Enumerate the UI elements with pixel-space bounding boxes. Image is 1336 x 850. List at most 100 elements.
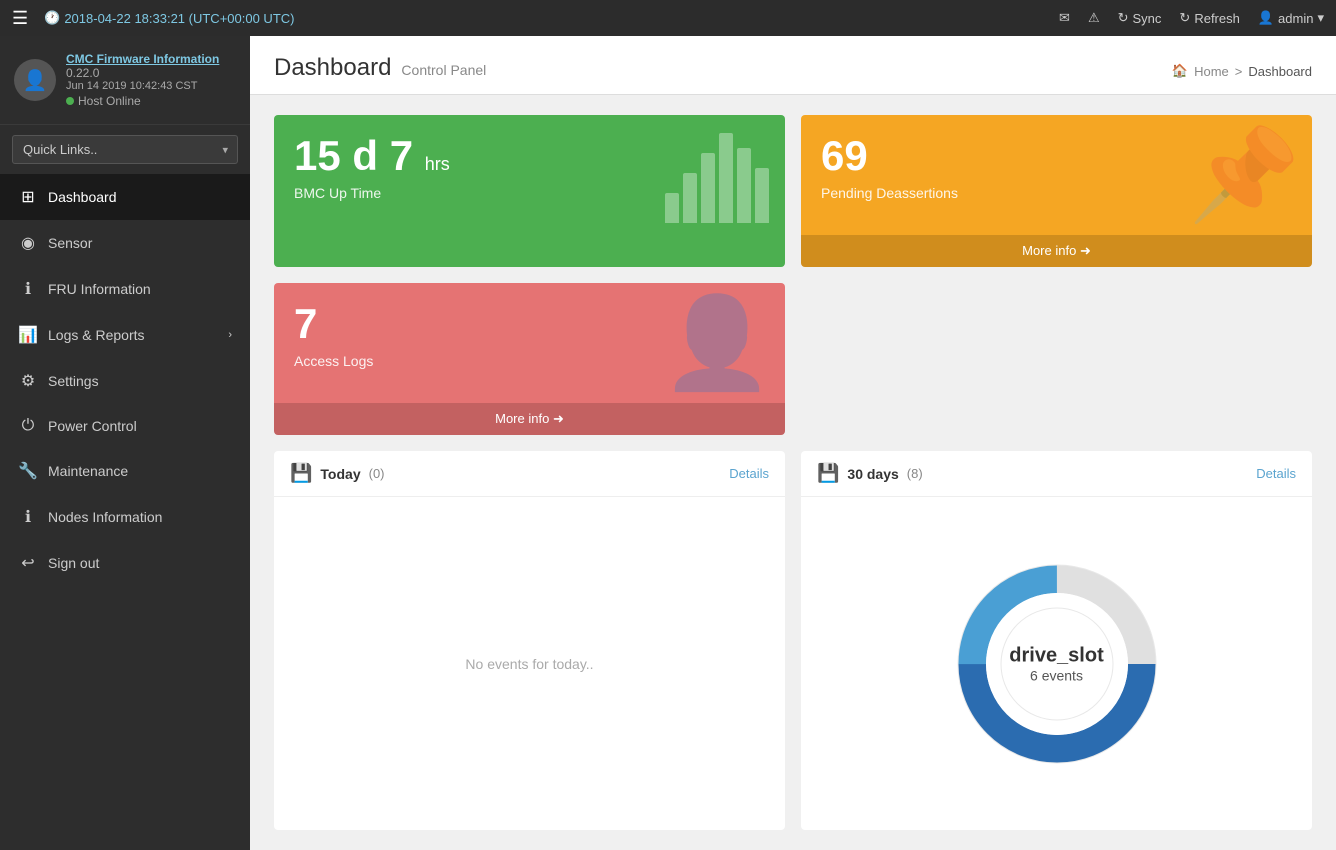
drive-icon: 💾 xyxy=(290,463,312,484)
nav-label-maintenance: Maintenance xyxy=(48,463,128,479)
bar-4 xyxy=(719,133,733,223)
access-logs-more-info[interactable]: More info ➜ xyxy=(274,403,785,435)
panel-today-title: Today xyxy=(320,466,360,482)
cards-top: 15 d 7 hrs BMC Up Time xyxy=(250,95,1336,435)
panel-30days: 💾 30 days (8) Details xyxy=(801,451,1312,830)
home-icon: 🏠 xyxy=(1172,63,1188,79)
bar-3 xyxy=(701,153,715,223)
card-bmc-uptime: 15 d 7 hrs BMC Up Time xyxy=(274,115,785,267)
nav-icon-dashboard: ⊞ xyxy=(18,187,38,207)
donut-center-name: drive_slot xyxy=(1009,644,1103,667)
main-content: Dashboard Control Panel 🏠 Home > Dashboa… xyxy=(250,36,1336,850)
sidebar-item-sensor[interactable]: ◉ Sensor xyxy=(0,220,250,266)
user-icon: 👤 xyxy=(1258,10,1274,26)
nav-icon-sensor: ◉ xyxy=(18,233,38,253)
alert-icon[interactable]: ⚠ xyxy=(1088,10,1100,26)
panel-today: 💾 Today (0) Details No events for today.… xyxy=(274,451,785,830)
panel-30days-details[interactable]: Details xyxy=(1256,466,1296,481)
nav-label-settings: Settings xyxy=(48,373,99,389)
page-title-group: Dashboard Control Panel xyxy=(274,54,486,82)
sidebar-nav: ⊞ Dashboard ◉ Sensor ℹ FRU Information 📊… xyxy=(0,174,250,586)
breadcrumb: 🏠 Home > Dashboard xyxy=(1172,63,1312,79)
sidebar: 👤 CMC Firmware Information 0.22.0 Jun 14… xyxy=(0,36,250,850)
nav-icon-nodes-information: ℹ xyxy=(18,507,38,527)
sidebar-item-sign-out[interactable]: ↩ Sign out xyxy=(0,540,250,586)
sync-button[interactable]: ↻ Sync xyxy=(1118,10,1162,26)
firmware-datetime: Jun 14 2019 10:42:43 CST xyxy=(66,80,219,92)
bar-2 xyxy=(683,173,697,223)
nav-icon-settings: ⚙ xyxy=(18,371,38,391)
nav-label-fru-information: FRU Information xyxy=(48,281,151,297)
no-events-message: No events for today.. xyxy=(465,656,593,672)
bmc-uptime-chart xyxy=(665,133,769,223)
hamburger-menu[interactable]: ☰ xyxy=(12,8,28,29)
nav-label-nodes-information: Nodes Information xyxy=(48,509,162,525)
user-bg-icon: 👤 xyxy=(661,291,773,396)
panel-30days-title-group: 💾 30 days (8) xyxy=(817,463,923,484)
refresh-icon: ↻ xyxy=(1179,10,1190,26)
nav-label-logs-reports: Logs & Reports xyxy=(48,327,145,343)
card-body: 7 Access Logs 👤 xyxy=(274,283,785,403)
bmc-uptime-unit: hrs xyxy=(425,154,450,174)
clock-icon: 🕐 xyxy=(44,10,60,26)
arrow-right-icon: ➜ xyxy=(553,411,564,426)
host-status: Host Online xyxy=(66,94,219,108)
sidebar-item-fru-information[interactable]: ℹ FRU Information xyxy=(0,266,250,312)
nav-icon-fru-information: ℹ xyxy=(18,279,38,299)
sidebar-item-logs-reports[interactable]: 📊 Logs & Reports › xyxy=(0,312,250,358)
panel-30days-count: (8) xyxy=(907,466,923,481)
host-status-dot xyxy=(66,97,74,105)
page-header: Dashboard Control Panel 🏠 Home > Dashboa… xyxy=(250,36,1336,95)
nav-label-sensor: Sensor xyxy=(48,235,92,251)
profile-info: CMC Firmware Information 0.22.0 Jun 14 2… xyxy=(66,52,219,108)
top-actions: ✉ ⚠ ↻ Sync ↻ Refresh 👤 admin ▾ xyxy=(1059,10,1324,26)
panel-today-details[interactable]: Details xyxy=(729,466,769,481)
sync-icon: ↻ xyxy=(1118,10,1129,26)
bar-1 xyxy=(665,193,679,223)
bar-6 xyxy=(755,168,769,223)
sidebar-item-dashboard[interactable]: ⊞ Dashboard xyxy=(0,174,250,220)
mail-icon[interactable]: ✉ xyxy=(1059,10,1070,26)
admin-menu[interactable]: 👤 admin ▾ xyxy=(1258,10,1324,26)
sidebar-profile: 👤 CMC Firmware Information 0.22.0 Jun 14… xyxy=(0,36,250,125)
panel-today-body: No events for today.. xyxy=(274,497,785,830)
quick-links[interactable]: Quick Links.. ▾ xyxy=(12,135,238,164)
nav-icon-sign-out: ↩ xyxy=(18,553,38,573)
card-pending-deassertions: 69 Pending Deassertions 📌 More info ➜ xyxy=(801,115,1312,267)
pending-more-info[interactable]: More info ➜ xyxy=(801,235,1312,267)
page-subtitle: Control Panel xyxy=(401,62,486,78)
card-access-logs: 7 Access Logs 👤 More info ➜ xyxy=(274,283,785,435)
card-body: 15 d 7 hrs BMC Up Time xyxy=(274,115,785,235)
nav-icon-maintenance: 🔧 xyxy=(18,461,38,481)
timestamp: 🕐 2018-04-22 18:33:21 (UTC+00:00 UTC) xyxy=(44,10,294,26)
drive-icon-30: 💾 xyxy=(817,463,839,484)
sidebar-item-nodes-information[interactable]: ℹ Nodes Information xyxy=(0,494,250,540)
card-body: 69 Pending Deassertions 📌 xyxy=(801,115,1312,235)
firmware-link[interactable]: CMC Firmware Information xyxy=(66,52,219,66)
donut-center-sub: 6 events xyxy=(1009,667,1103,683)
nav-icon-logs-reports: 📊 xyxy=(18,325,38,345)
sidebar-item-power-control[interactable]: ⏻ Power Control xyxy=(0,404,250,448)
breadcrumb-current: Dashboard xyxy=(1248,64,1312,79)
sidebar-item-maintenance[interactable]: 🔧 Maintenance xyxy=(0,448,250,494)
arrow-right-icon: ➜ xyxy=(1080,243,1091,258)
nav-icon-power-control: ⏻ xyxy=(18,417,38,435)
breadcrumb-home[interactable]: Home xyxy=(1194,64,1229,79)
donut-wrapper: drive_slot 6 events xyxy=(947,554,1167,774)
nav-label-sign-out: Sign out xyxy=(48,555,99,571)
donut-chart-container: drive_slot 6 events xyxy=(801,497,1312,830)
quick-links-select[interactable]: Quick Links.. xyxy=(12,135,238,164)
avatar: 👤 xyxy=(14,59,56,101)
refresh-button[interactable]: ↻ Refresh xyxy=(1179,10,1239,26)
topbar: ☰ 🕐 2018-04-22 18:33:21 (UTC+00:00 UTC) … xyxy=(0,0,1336,36)
panel-today-title-group: 💾 Today (0) xyxy=(290,463,385,484)
nav-label-power-control: Power Control xyxy=(48,418,137,434)
page-title: Dashboard xyxy=(274,54,391,82)
pin-icon: 📌 xyxy=(1188,123,1300,228)
panel-30days-title: 30 days xyxy=(847,466,898,482)
bar-5 xyxy=(737,148,751,223)
panel-today-header: 💾 Today (0) Details xyxy=(274,451,785,497)
breadcrumb-separator: > xyxy=(1235,64,1243,79)
donut-center: drive_slot 6 events xyxy=(1009,644,1103,683)
sidebar-item-settings[interactable]: ⚙ Settings xyxy=(0,358,250,404)
